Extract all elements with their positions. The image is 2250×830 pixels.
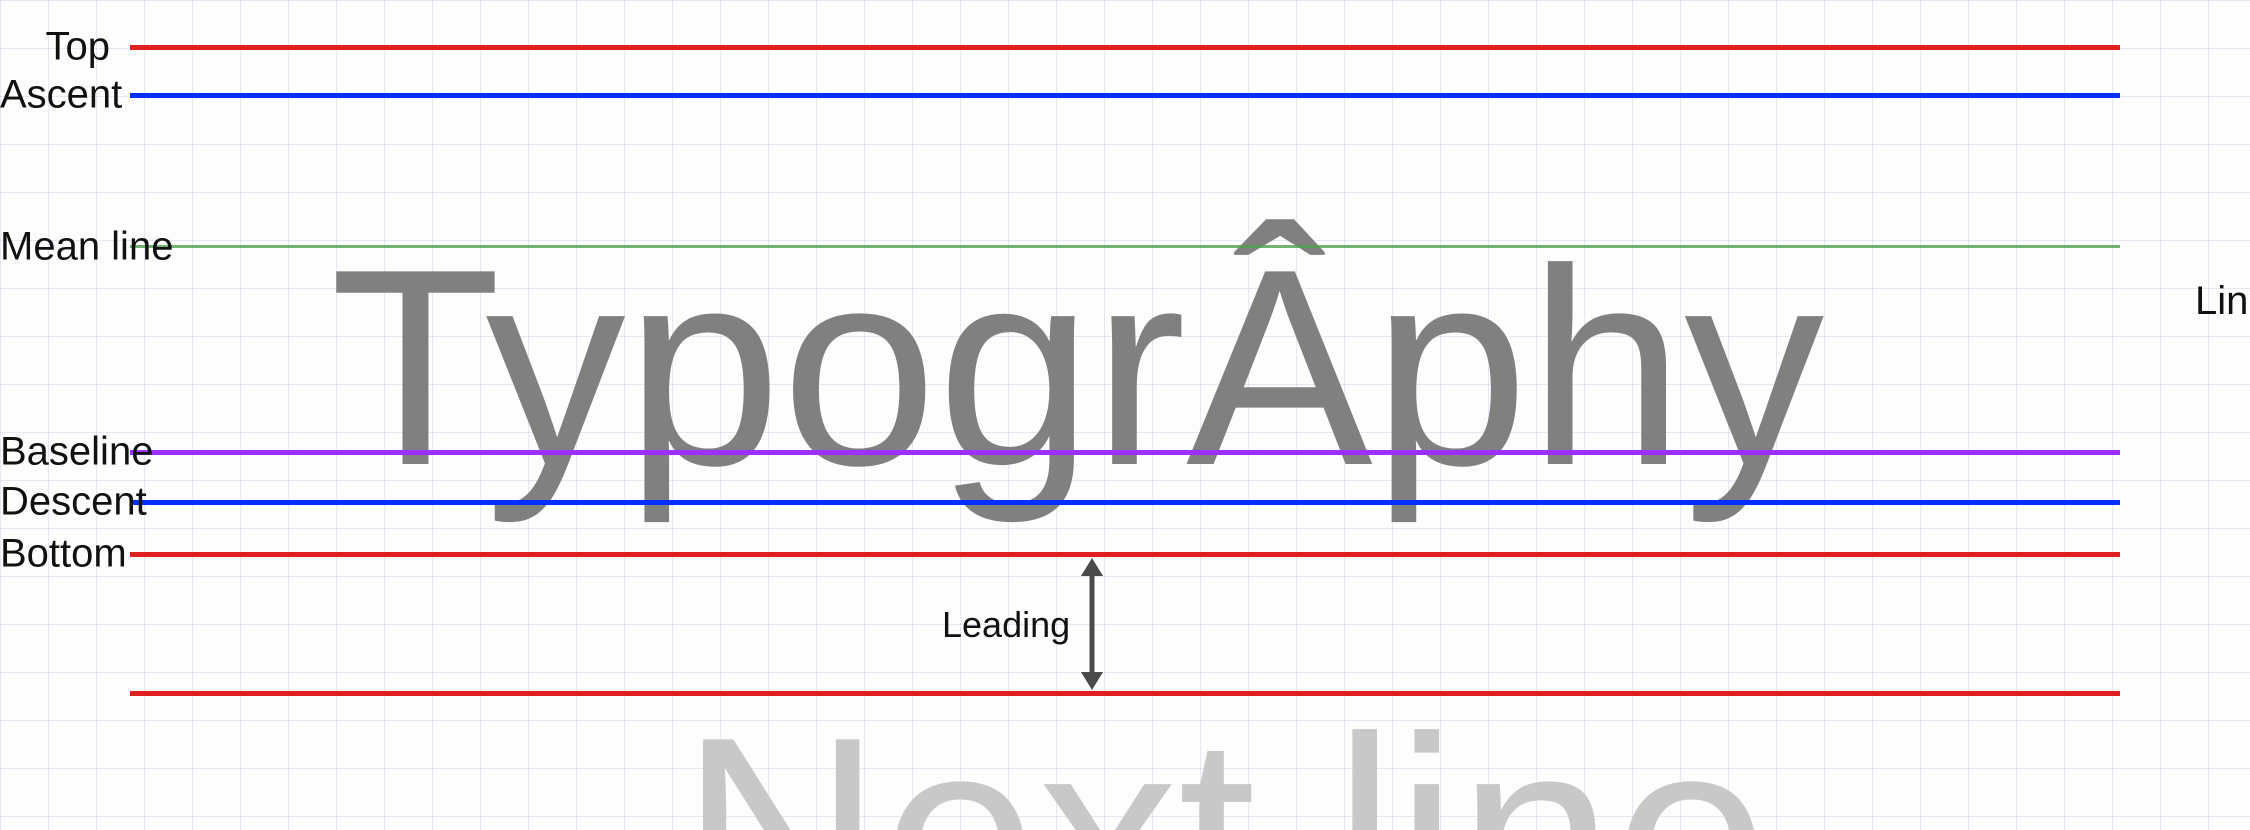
leading-label: Leading <box>942 604 1070 646</box>
leading-arrow-icon <box>0 0 2250 830</box>
diagram-layer: TypogrÂphy Next line TopAscentMean lineB… <box>0 0 2250 830</box>
